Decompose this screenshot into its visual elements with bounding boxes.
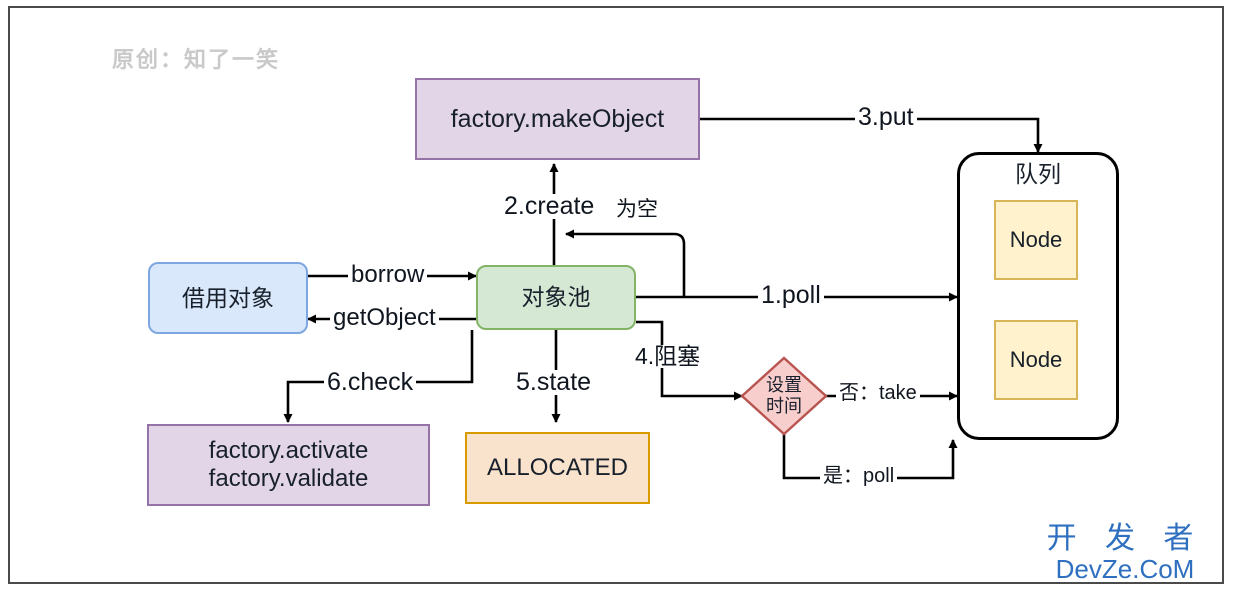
edge-label-is-empty: 为空: [613, 199, 661, 220]
node-object-pool-label: 对象池: [521, 284, 591, 311]
node-decision-set-time[interactable]: 设置 时间: [744, 365, 824, 427]
node-queue-item-1-label: Node: [1009, 227, 1063, 253]
edge-label-put: 3.put: [855, 105, 917, 130]
node-factory-activate-label: factory.activate: [208, 437, 369, 465]
node-queue-item-2-label: Node: [1009, 347, 1063, 373]
node-borrow-object[interactable]: 借用对象: [148, 262, 308, 334]
edge-label-decision-yes: 是：poll: [820, 466, 898, 486]
node-queue-item-1[interactable]: Node: [994, 200, 1078, 280]
watermark-author: 原创：知了一笑: [112, 47, 281, 72]
edge-label-poll: 1.poll: [758, 283, 824, 308]
node-queue-item-2[interactable]: Node: [994, 320, 1078, 400]
edge-label-block: 4.阻塞: [632, 345, 704, 368]
watermark-site-en: DevZe.CoM: [1055, 554, 1195, 584]
diagram-canvas: factory.makeObject 队列 Node Node 借用对象 对象池…: [0, 0, 1234, 594]
node-object-pool[interactable]: 对象池: [476, 265, 636, 330]
node-factory-makeobject[interactable]: factory.makeObject: [415, 78, 700, 160]
node-factory-validate-label: factory.validate: [208, 465, 369, 492]
edge-label-check: 6.check: [324, 370, 417, 395]
node-allocated[interactable]: ALLOCATED: [465, 432, 650, 504]
watermark-site-cn: 开 发 者: [1046, 522, 1204, 555]
node-allocated-label: ALLOCATED: [487, 454, 628, 482]
edge-label-decision-no: 否：take: [836, 383, 920, 403]
node-factory-makeobject-label: factory.makeObject: [450, 104, 665, 133]
node-queue-title: 队列: [1015, 161, 1061, 187]
watermark-site: 开 发 者 DevZe.CoM: [1030, 522, 1220, 584]
edge-label-borrow: borrow: [348, 263, 428, 287]
edge-label-create: 2.create: [501, 194, 598, 219]
node-borrow-object-label: 借用对象: [182, 284, 274, 311]
node-factory-check[interactable]: factory.activate factory.validate: [147, 424, 430, 506]
edge-label-get-object: getObject: [330, 306, 439, 330]
node-decision-line-1: 设置: [766, 375, 802, 396]
edge-label-state: 5.state: [513, 370, 595, 395]
node-decision-line-2: 时间: [766, 396, 802, 416]
